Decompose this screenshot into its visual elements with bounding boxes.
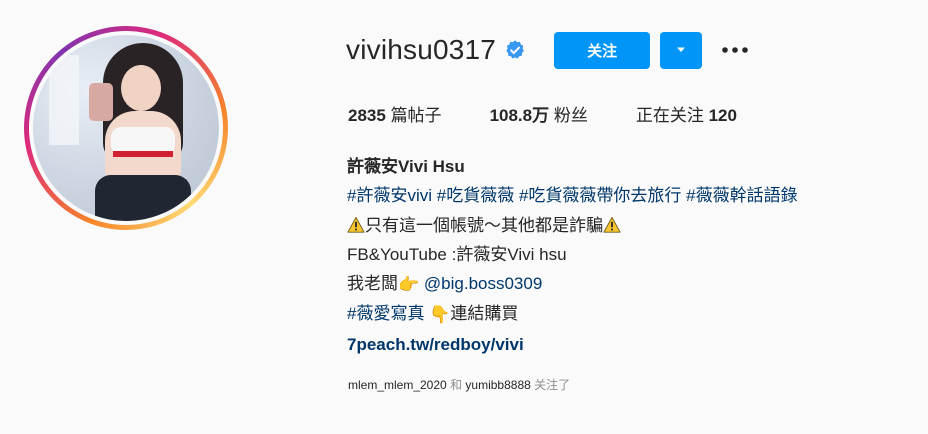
pointing-down-emoji: 👇 <box>429 305 451 325</box>
warning-icon <box>603 216 621 233</box>
followers-count-value: 108.8万 <box>489 106 550 125</box>
followed-by-conjunction: 和 <box>450 378 463 392</box>
verified-badge-icon <box>504 39 526 61</box>
avatar-border <box>29 31 223 225</box>
avatar-jeans <box>95 175 191 221</box>
bio-warning-line: 只有這一個帳號～其他都是詐騙 <box>347 211 907 240</box>
boss-prefix: 我老闆 <box>347 274 398 294</box>
bio-social-line: FB&YouTube :許薇安Vivi hsu <box>347 244 567 264</box>
avatar-phone <box>89 83 113 121</box>
username: vivihsu0317 <box>346 34 497 65</box>
suggested-accounts-button[interactable] <box>660 31 703 69</box>
avatar-face <box>121 65 161 111</box>
bio-boss-line: 我老闆👉 @big.boss0309 <box>347 269 907 299</box>
display-name: 許薇安Vivi Hsu <box>347 157 465 176</box>
following-count-value: 120 <box>708 106 737 125</box>
follow-button[interactable]: 关注 <box>554 31 651 69</box>
website-link[interactable]: 7peach.tw/redboy/vivi <box>347 335 524 354</box>
avatar-band <box>113 151 173 157</box>
followed-by[interactable]: mlem_mlem_2020 和 yumibb8888 关注了 <box>348 376 570 393</box>
followed-by-suffix: 关注了 <box>534 378 571 392</box>
more-options-button[interactable] <box>720 35 750 65</box>
following-count[interactable]: 正在关注 120 <box>636 101 737 126</box>
avatar-window-light <box>49 55 79 145</box>
warning-icon <box>347 216 365 233</box>
photo-hashtag-link[interactable]: #薇愛寫真 <box>347 304 424 323</box>
posts-count-value: 2835 <box>348 106 386 125</box>
chevron-down-icon <box>677 47 686 52</box>
warning-text: 只有這一個帳號～其他都是詐騙 <box>365 215 603 235</box>
hashtag-link[interactable]: #吃貨薇薇帶你去旅行 <box>519 186 681 205</box>
boss-handle-link[interactable]: @big.boss0309 <box>424 274 542 293</box>
follower-user2[interactable]: yumibb8888 <box>465 378 530 392</box>
hashtag-link[interactable]: #薇薇幹話語錄 <box>686 186 797 205</box>
bio-website-line: 7peach.tw/redboy/vivi <box>347 330 907 359</box>
posts-count: 2835 篇帖子 <box>348 101 442 126</box>
avatar-ring[interactable] <box>24 26 228 230</box>
follower-user1[interactable]: mlem_mlem_2020 <box>348 378 447 392</box>
following-count-label: 正在关注 <box>635 106 704 125</box>
more-options-icon <box>722 47 748 53</box>
bio-photo-line: #薇愛寫真 👇連結購買 <box>347 299 907 329</box>
hashtag-link[interactable]: #許薇安vivi <box>347 186 432 205</box>
bio-hashtags: #許薇安vivi #吃貨薇薇 #吃貨薇薇帶你去旅行 #薇薇幹話語錄 <box>347 181 907 210</box>
profile-bio: 許薇安Vivi Hsu #許薇安vivi #吃貨薇薇 #吃貨薇薇帶你去旅行 #薇… <box>347 152 907 359</box>
profile-stats: 2835 篇帖子 108.8万 粉丝 正在关注 120 <box>348 101 785 126</box>
followers-count[interactable]: 108.8万 粉丝 <box>490 101 588 126</box>
profile-header: vivihsu0317 关注 <box>346 30 750 70</box>
hashtag-link[interactable]: #吃貨薇薇 <box>437 186 514 205</box>
profile-avatar[interactable] <box>33 35 219 221</box>
pointing-right-emoji: 👉 <box>398 275 420 295</box>
purchase-text: 連結購買 <box>450 304 519 324</box>
posts-count-label: 篇帖子 <box>390 106 442 125</box>
followers-count-label: 粉丝 <box>553 106 588 125</box>
